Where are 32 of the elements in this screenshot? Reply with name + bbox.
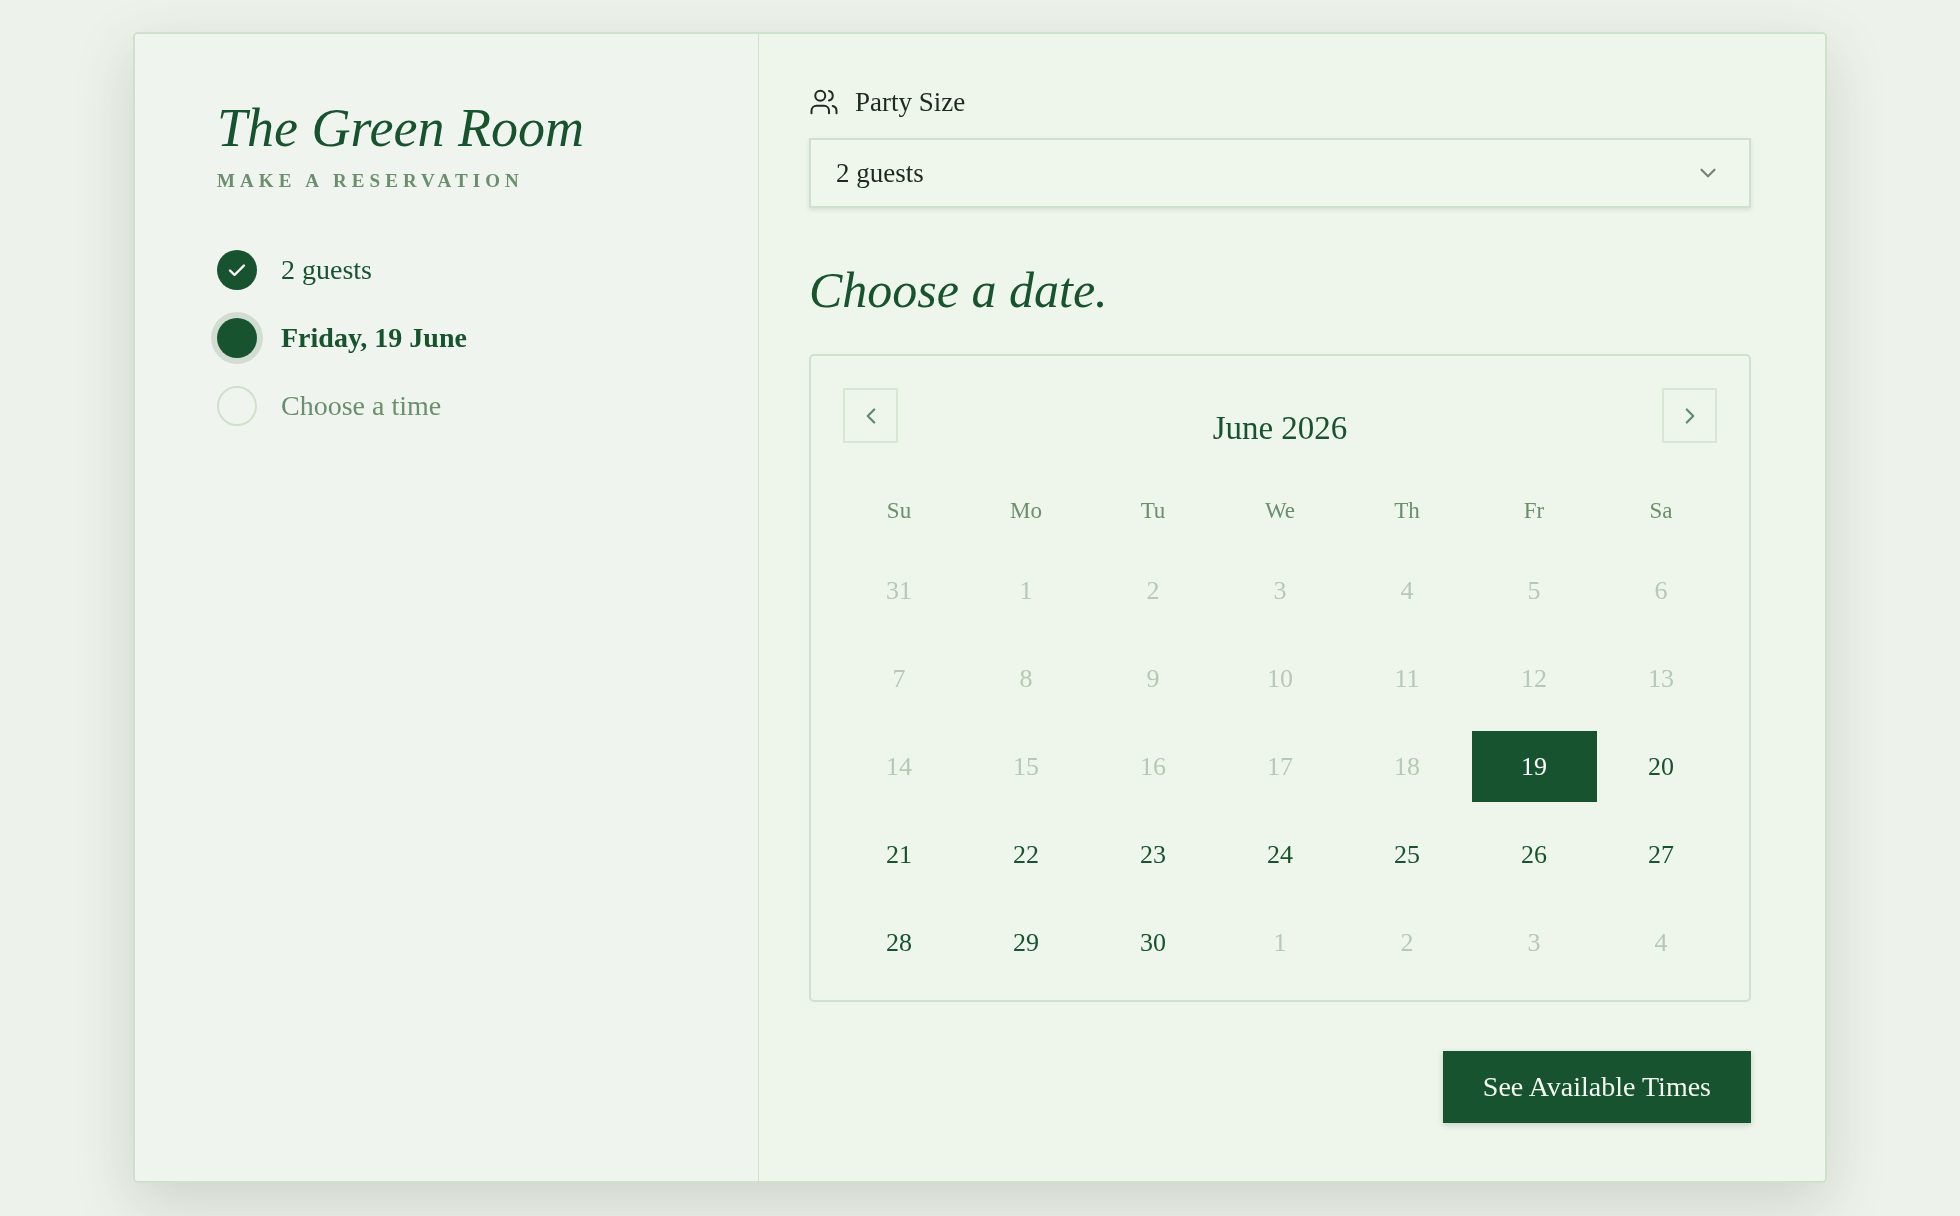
calendar-day[interactable]: 24 <box>1217 819 1343 890</box>
restaurant-title: The Green Room <box>217 97 584 160</box>
weekday-label: Mo <box>1009 497 1043 525</box>
calendar-day[interactable]: 25 <box>1344 819 1470 890</box>
calendar-day[interactable]: 19 <box>1471 731 1597 802</box>
party-size-select[interactable]: 2 guests <box>809 138 1751 208</box>
step-label: 2 guests <box>281 254 372 286</box>
calendar-day[interactable]: 26 <box>1471 819 1597 890</box>
weekday-label: Th <box>1393 497 1421 525</box>
calendar-day[interactable]: 28 <box>836 907 962 978</box>
step-label: Friday, 19 June <box>281 322 467 354</box>
calendar-day[interactable]: 21 <box>836 819 962 890</box>
page-subtitle: MAKE A RESERVATION <box>217 170 524 192</box>
field-label: Party Size <box>855 86 966 118</box>
see-times-button[interactable]: See Available Times <box>1442 1051 1751 1123</box>
weekday-label: Su <box>885 497 913 525</box>
next-month-button[interactable] <box>1662 388 1717 443</box>
previous-month-button[interactable] <box>843 388 898 443</box>
weekday-label: We <box>1263 497 1297 525</box>
step-label: Choose a time <box>281 390 442 422</box>
weekday-label: Sa <box>1648 497 1674 525</box>
weekday-label: Tu <box>1139 497 1167 525</box>
month-label: June 2026 <box>1212 410 1348 447</box>
section-heading: Choose a date. <box>809 261 1108 320</box>
users-icon <box>809 87 839 117</box>
calendar-day[interactable]: 27 <box>1598 819 1724 890</box>
calendar-day[interactable]: 30 <box>1090 907 1216 978</box>
calendar-day[interactable]: 29 <box>963 907 1089 978</box>
calendar-day[interactable]: 22 <box>963 819 1089 890</box>
calendar-day[interactable]: 20 <box>1598 731 1724 802</box>
weekday-label: Fr <box>1522 497 1546 525</box>
calendar-day[interactable]: 23 <box>1090 819 1216 890</box>
